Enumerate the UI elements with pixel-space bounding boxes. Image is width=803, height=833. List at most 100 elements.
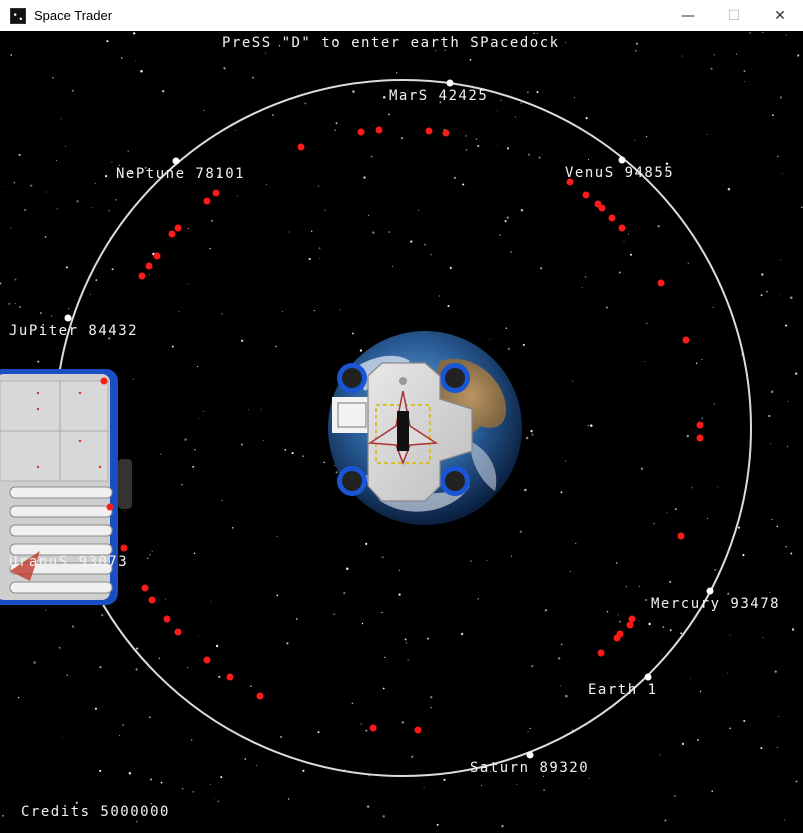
star [66,674,68,676]
star [499,234,501,236]
star [691,487,694,489]
star [382,96,386,99]
star [640,467,644,470]
star [60,118,62,120]
star [218,675,221,679]
earth-marker [644,673,652,681]
star [627,233,630,235]
star [438,295,440,297]
close-button[interactable]: ✕ [757,0,803,31]
star [560,643,563,646]
star [522,343,525,346]
star [565,42,567,44]
star [203,110,205,111]
dock-prompt: PreSS "D" to enter earth SPacedock [222,35,560,51]
star [687,262,689,264]
star [696,738,699,741]
star [13,181,16,184]
star [780,294,782,296]
star [8,302,11,305]
star [669,580,672,583]
star [635,42,639,45]
star [203,410,205,412]
star [618,271,621,274]
star [187,283,189,285]
planet-label-jupiter: JuPiter 84432 [9,323,139,339]
star [318,258,320,259]
star [221,313,223,315]
star [497,110,498,112]
star [426,637,429,640]
minimize-button[interactable]: — [665,0,711,31]
star [530,429,533,433]
star [44,236,47,238]
star [727,592,730,595]
star [729,634,731,636]
star [618,620,621,623]
star [505,327,507,329]
star [209,247,211,250]
star [99,665,102,669]
star [317,185,320,187]
star [58,646,61,649]
star [800,206,803,209]
star [190,739,193,741]
star [94,182,96,185]
star [780,259,782,261]
star [106,40,109,43]
star [370,155,373,158]
star [118,735,121,737]
star [743,81,745,82]
star [334,464,336,467]
star [351,702,354,705]
star [192,465,195,468]
star [785,545,788,548]
star [339,309,341,311]
star [115,199,117,201]
player-ship [332,362,473,502]
star [543,789,545,791]
star [65,266,69,269]
star [713,54,715,56]
star [794,372,798,375]
star [533,32,535,35]
star [76,200,79,203]
star [209,783,211,785]
star [689,677,691,679]
star [240,339,244,343]
star [366,805,370,808]
star [401,721,404,724]
star [516,783,518,785]
star [787,401,789,402]
star [500,99,502,102]
star [295,618,298,620]
star [617,614,619,616]
star [90,293,91,295]
star [344,768,346,770]
star [729,727,732,730]
star [346,567,349,571]
game-canvas[interactable]: PreSS "D" to enter earth SPacedock MarS … [0,31,803,833]
star [352,332,354,335]
star [465,135,467,137]
star [260,408,262,410]
star [65,145,67,147]
star [453,176,457,180]
star [33,661,36,664]
star [192,791,194,793]
maximize-button[interactable]: ☐ [711,0,757,31]
star [443,778,446,781]
star [410,240,413,243]
window-title: Space Trader [34,8,113,23]
star [570,571,571,572]
star [645,135,648,138]
star [304,102,307,105]
star [645,599,648,601]
star [587,158,590,161]
star [477,144,480,148]
star [460,632,464,636]
star [398,569,400,572]
star [181,483,183,486]
star [638,585,640,587]
star [318,247,321,250]
